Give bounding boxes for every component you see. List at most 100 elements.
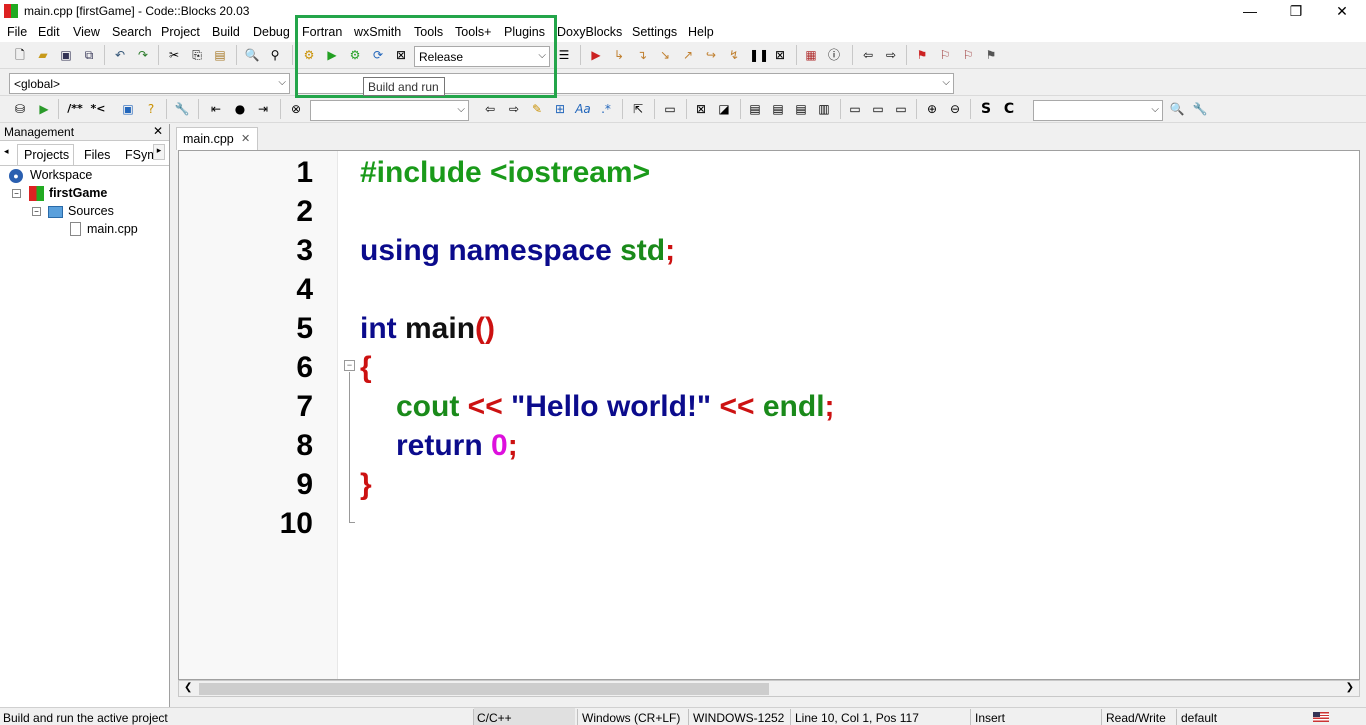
stop-debugger-icon[interactable]: ⊠ — [772, 47, 788, 63]
scope-value: <global> — [14, 77, 61, 91]
zoom-in-icon[interactable]: ⊕ — [924, 101, 940, 117]
return-block-icon[interactable]: ▭ — [893, 101, 909, 117]
html-docs-icon[interactable]: ▣ — [120, 101, 136, 117]
scroll-left-icon[interactable]: ❮ — [184, 682, 192, 693]
horizontal-scrollbar[interactable]: ❮ ❯ — [178, 680, 1360, 697]
menu-settings[interactable]: Settings — [632, 25, 677, 39]
fold-icon[interactable]: − — [344, 360, 355, 371]
replace-icon[interactable]: ⚲ — [267, 47, 283, 63]
editor-tab-main[interactable]: main.cpp ✕ — [176, 127, 258, 150]
block-comment-icon[interactable]: /** — [64, 101, 86, 117]
incremental-search-input[interactable]: ⌵ — [310, 100, 469, 121]
clear-search-icon[interactable]: ⊗ — [288, 101, 304, 117]
thread-search-input[interactable]: ⌵ — [1033, 100, 1163, 121]
menu-doxyblocks[interactable]: DoxyBlocks — [557, 25, 622, 39]
next-item-icon[interactable]: ⇥ — [255, 101, 271, 117]
scope-select[interactable]: <global> ⌵ — [9, 73, 290, 94]
continue-icon[interactable]: ▭ — [870, 101, 886, 117]
code-editor[interactable]: 1 2 3 4 5 6 7 8 9 10 − #include <iostrea… — [178, 150, 1360, 680]
minimize-icon[interactable]: — — [1227, 0, 1273, 22]
while-icon[interactable]: ▤ — [770, 101, 786, 117]
search-prev-icon[interactable]: ⇦ — [482, 101, 498, 117]
strukto-c-icon[interactable]: C — [1001, 101, 1017, 117]
pointer-icon[interactable]: ⇱ — [630, 101, 646, 117]
if-icon[interactable]: ◪ — [716, 101, 732, 117]
step-into-icon[interactable]: ↘ — [657, 47, 673, 63]
jump-forward-icon[interactable]: ⇨ — [883, 47, 899, 63]
chm-docs-icon[interactable]: ? — [143, 101, 159, 117]
menu-search[interactable]: Search — [112, 25, 152, 39]
debug-continue-icon[interactable]: ▶ — [588, 47, 604, 63]
step-into-instruction-icon[interactable]: ↯ — [726, 47, 742, 63]
collapse-icon[interactable]: − — [32, 207, 41, 216]
frame-icon[interactable]: ▭ — [662, 101, 678, 117]
next-instruction-icon[interactable]: ↪ — [703, 47, 719, 63]
run-to-cursor-icon[interactable]: ↳ — [611, 47, 627, 63]
new-file-icon[interactable]: 🗋 — [12, 47, 28, 63]
selected-text-icon[interactable]: ⊞ — [552, 101, 568, 117]
menu-debug[interactable]: Debug — [253, 25, 290, 39]
highlight-icon[interactable]: ✎ — [529, 101, 545, 117]
decision-icon[interactable]: ⊠ — [693, 101, 709, 117]
pause-icon[interactable]: ❚❚ — [749, 47, 769, 63]
step-out-icon[interactable]: ↗ — [680, 47, 696, 63]
next-line-icon[interactable]: ↴ — [634, 47, 650, 63]
close-icon[interactable]: ✕ — [153, 124, 163, 138]
tree-workspace[interactable]: Workspace — [30, 168, 92, 182]
tree-folder-sources[interactable]: Sources — [68, 204, 114, 218]
menu-build[interactable]: Build — [212, 25, 240, 39]
bullet-icon[interactable]: ● — [232, 101, 248, 117]
debugging-windows-icon[interactable]: ▦ — [803, 47, 819, 63]
break-icon[interactable]: ▭ — [847, 101, 863, 117]
copy-icon[interactable]: ⎘ — [189, 47, 205, 63]
line-comment-icon[interactable]: *< — [88, 101, 108, 117]
tree-file-main[interactable]: main.cpp — [87, 222, 138, 236]
block-icon[interactable]: ▥ — [816, 101, 832, 117]
tab-scroll-right-icon[interactable]: ▸ — [153, 144, 165, 160]
target-dialog-icon[interactable]: ☰ — [556, 47, 572, 63]
options-wrench-icon[interactable]: 🔧 — [1192, 101, 1208, 117]
menu-edit[interactable]: Edit — [38, 25, 60, 39]
save-all-icon[interactable]: ⧉ — [81, 47, 97, 63]
search-next-icon[interactable]: ⇨ — [506, 101, 522, 117]
jump-back-icon[interactable]: ⇦ — [860, 47, 876, 63]
strukto-s-icon[interactable]: S — [978, 101, 994, 117]
doxywizard-icon[interactable]: ⛁ — [12, 101, 28, 117]
undo-icon[interactable]: ↶ — [112, 47, 128, 63]
toggle-bookmark-icon[interactable]: ⚑ — [914, 47, 930, 63]
save-icon[interactable]: ▣ — [58, 47, 74, 63]
loop-icon[interactable]: ▤ — [747, 101, 763, 117]
wrench-icon[interactable]: 🔧 — [174, 101, 190, 117]
regex-icon[interactable]: .* — [598, 101, 614, 117]
for-icon[interactable]: ▤ — [793, 101, 809, 117]
menu-help[interactable]: Help — [688, 25, 714, 39]
collapse-icon[interactable]: − — [12, 189, 21, 198]
restore-icon[interactable]: ❐ — [1273, 0, 1319, 22]
prev-item-icon[interactable]: ⇤ — [208, 101, 224, 117]
scrollbar-thumb[interactable] — [199, 683, 769, 695]
thread-search-icon[interactable]: 🔍 — [1169, 101, 1185, 117]
menu-view[interactable]: View — [73, 25, 100, 39]
extract-docs-icon[interactable]: ▶ — [36, 101, 52, 117]
find-icon[interactable]: 🔍 — [244, 47, 260, 63]
status-eol: Windows (CR+LF) — [582, 711, 681, 725]
cut-icon[interactable]: ✂ — [166, 47, 182, 63]
open-folder-icon[interactable]: ▰ — [35, 47, 51, 63]
operator: } — [360, 468, 372, 501]
menu-file[interactable]: File — [7, 25, 27, 39]
next-bookmark-icon[interactable]: ⚐ — [960, 47, 976, 63]
tree-project[interactable]: firstGame — [49, 186, 107, 200]
prev-bookmark-icon[interactable]: ⚐ — [937, 47, 953, 63]
menu-project[interactable]: Project — [161, 25, 200, 39]
zoom-out-icon[interactable]: ⊖ — [947, 101, 963, 117]
paste-icon[interactable]: ▤ — [212, 47, 228, 63]
clear-bookmarks-icon[interactable]: ⚑ — [983, 47, 999, 63]
close-icon[interactable]: ✕ — [1319, 0, 1365, 22]
scroll-right-icon[interactable]: ❯ — [1346, 682, 1354, 693]
tab-scroll-left-icon[interactable]: ◂ — [4, 146, 9, 157]
various-info-icon[interactable]: ⓘ — [826, 47, 842, 63]
tab-files[interactable]: Files — [84, 148, 110, 162]
match-case-icon[interactable]: Aa — [575, 101, 591, 117]
close-icon[interactable]: ✕ — [241, 132, 250, 145]
redo-icon[interactable]: ↷ — [135, 47, 151, 63]
